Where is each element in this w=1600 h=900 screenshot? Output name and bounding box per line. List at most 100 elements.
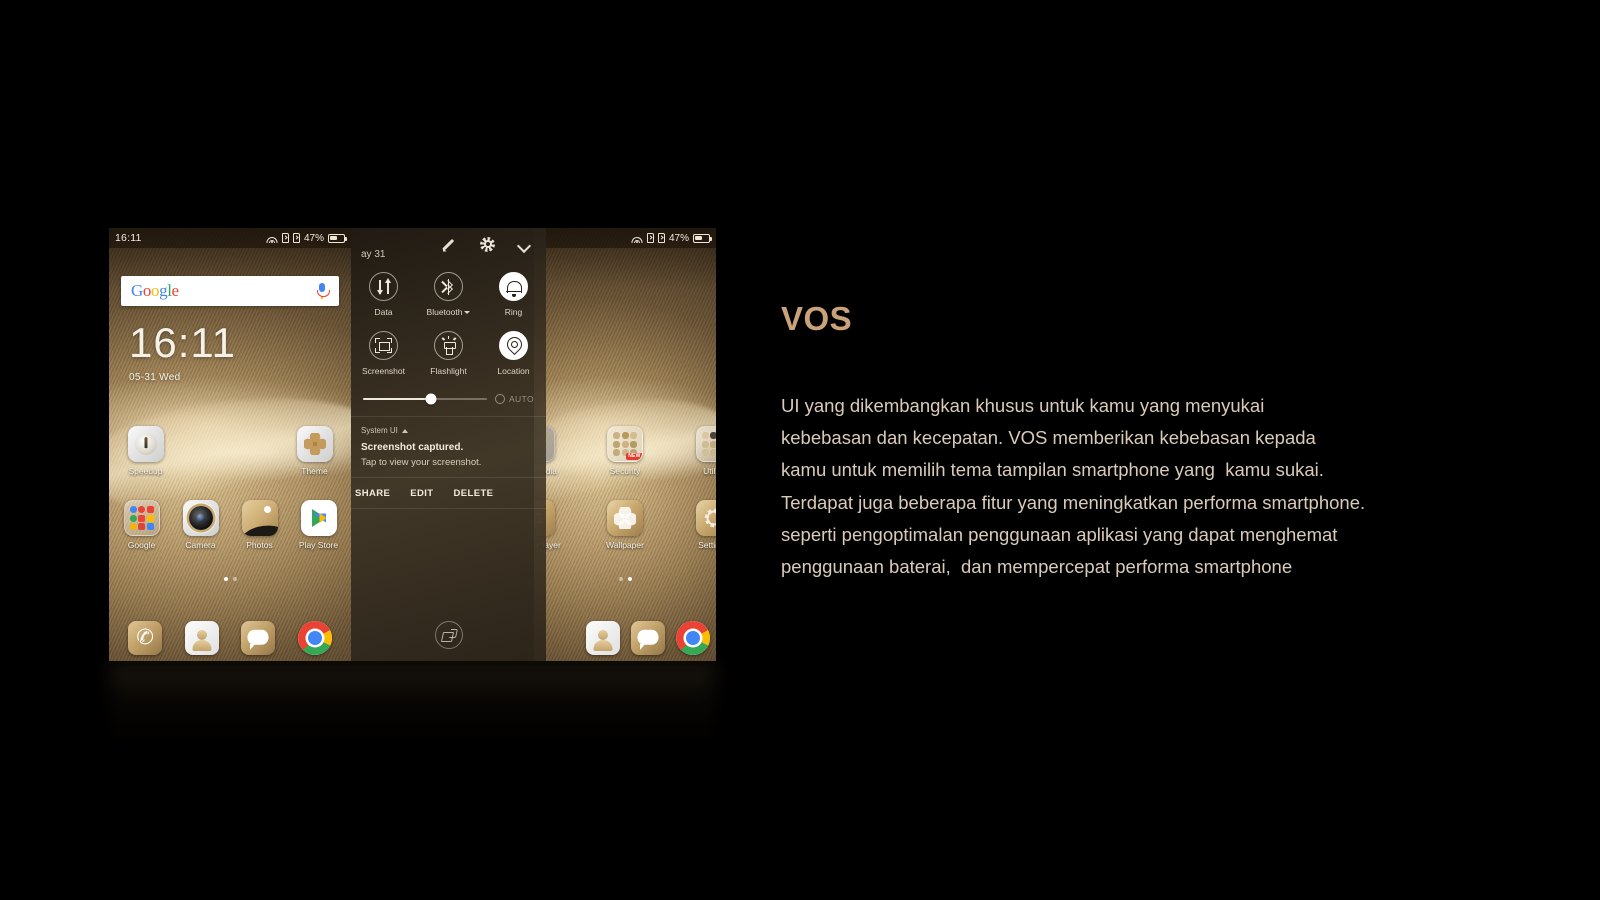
app-label: Google xyxy=(127,540,156,550)
tile-bluetooth[interactable]: Bluetooth xyxy=(416,266,481,325)
app-security-folder[interactable]: NEW Security xyxy=(597,426,654,476)
quick-settings-tiles: Data Bluetooth Ring Screenshot Flashligh… xyxy=(351,260,546,384)
contacts-icon[interactable] xyxy=(586,621,620,655)
camera-icon xyxy=(182,500,219,536)
status-bar-right: 47% xyxy=(534,228,716,248)
tile-flashlight[interactable]: Flashlight xyxy=(416,325,481,384)
google-folder-icon xyxy=(123,500,160,536)
clock-widget: 16:11 05-31 Wed xyxy=(129,319,236,384)
tile-ring[interactable]: Ring xyxy=(481,266,546,325)
tile-label: Data xyxy=(374,307,393,317)
tile-label-wrap: Bluetooth xyxy=(416,307,481,317)
app-label: Theme xyxy=(301,466,328,476)
google-search-bar[interactable]: Google xyxy=(121,276,339,306)
home-screen-left: 16:11 47% Google 16:11 05-31 Wed Speedup… xyxy=(109,228,351,661)
sim1-signal-icon xyxy=(646,233,654,243)
notification-actions: SHARE EDIT DELETE xyxy=(351,478,546,508)
marketing-text-block: VOS UI yang dikembangkan khusus untuk ka… xyxy=(781,300,1541,583)
app-label: Security xyxy=(609,466,641,476)
quick-settings-row-2: Screenshot Flashlight Location xyxy=(351,325,546,384)
app-camera[interactable]: Camera xyxy=(172,500,229,550)
page-dot-active[interactable] xyxy=(223,577,228,581)
settings-gear-icon[interactable] xyxy=(480,236,495,252)
clock-widget-date: 05-31 Wed xyxy=(129,372,181,383)
chrome-icon[interactable] xyxy=(297,621,332,655)
page-dot[interactable] xyxy=(232,577,237,581)
page-indicator-dots xyxy=(534,577,716,581)
chevron-down-icon[interactable] xyxy=(464,311,471,315)
device-reflection xyxy=(109,661,716,771)
app-label: Utility xyxy=(703,466,716,476)
tile-label: Bluetooth xyxy=(426,307,463,317)
status-bar-left: 16:11 47% xyxy=(109,228,351,248)
screenshot-icon xyxy=(369,331,398,360)
tile-data[interactable]: Data xyxy=(351,266,416,325)
app-speedup[interactable]: Speedup xyxy=(117,426,174,476)
tile-location[interactable]: Location xyxy=(481,325,546,384)
slide-root: 16:11 47% Google 16:11 05-31 Wed Speedup… xyxy=(0,0,1600,900)
speedup-icon xyxy=(127,426,164,462)
tile-screenshot[interactable]: Screenshot xyxy=(351,325,416,384)
delete-button[interactable]: DELETE xyxy=(454,488,494,499)
app-label: Photos xyxy=(246,540,273,550)
app-theme[interactable]: Theme xyxy=(286,426,343,476)
marketing-body: UI yang dikembangkan khusus untuk kamu y… xyxy=(781,390,1541,583)
app-wallpaper[interactable]: Wallpaper xyxy=(597,500,654,550)
app-label: Wallpaper xyxy=(606,540,644,550)
brightness-fill xyxy=(363,398,432,400)
security-folder-icon: NEW xyxy=(607,426,643,462)
auto-label: AUTO xyxy=(508,394,534,404)
quick-settings-row-1: Data Bluetooth Ring xyxy=(351,266,546,325)
wifi-icon xyxy=(631,234,643,243)
google-logo: Google xyxy=(131,281,179,300)
chevron-up-icon[interactable] xyxy=(401,428,408,433)
brightness-knob[interactable] xyxy=(425,393,437,405)
wifi-icon xyxy=(266,234,278,243)
contacts-icon[interactable] xyxy=(184,621,219,655)
page-dot[interactable] xyxy=(618,577,623,581)
photos-icon xyxy=(241,500,278,536)
share-button[interactable]: SHARE xyxy=(355,488,390,499)
wallpaper-icon xyxy=(607,500,643,536)
auto-brightness-toggle[interactable]: AUTO xyxy=(494,394,534,404)
quick-settings-date: ay 31 xyxy=(361,249,386,260)
app-google-folder[interactable]: Google xyxy=(113,500,170,550)
message-icon[interactable] xyxy=(631,621,665,655)
battery-percent-label: 47% xyxy=(668,232,689,244)
marketing-body-text: UI yang dikembangkan khusus untuk kamu y… xyxy=(781,395,1366,577)
chrome-icon[interactable] xyxy=(676,621,710,655)
edit-pencil-icon[interactable] xyxy=(443,237,458,252)
device-screens-group: 16:11 47% Google 16:11 05-31 Wed Speedup… xyxy=(109,228,716,661)
edit-button[interactable]: EDIT xyxy=(410,488,433,499)
clear-all-brush-icon[interactable] xyxy=(434,621,463,649)
message-icon[interactable] xyxy=(241,621,276,655)
app-row-2: Google Camera Photos Play Store xyxy=(113,500,347,550)
app-photos[interactable]: Photos xyxy=(231,500,288,550)
dock-right xyxy=(534,621,716,655)
dock-left xyxy=(109,621,351,655)
app-utility-folder[interactable]: Utility xyxy=(685,426,716,476)
microphone-icon[interactable] xyxy=(315,283,330,299)
app-play-store[interactable]: Play Store xyxy=(290,500,347,550)
divider xyxy=(351,508,546,509)
app-row-1: Speedup Theme xyxy=(117,426,343,476)
collapse-chevron-down-icon[interactable] xyxy=(517,237,532,252)
clock-widget-time: 16:11 xyxy=(129,319,236,366)
sim2-signal-icon xyxy=(292,233,300,243)
notification-screenshot[interactable]: System UI Screenshot captured. Tap to vi… xyxy=(351,417,546,468)
phone-icon[interactable] xyxy=(128,621,163,655)
utility-folder-icon xyxy=(695,426,716,462)
battery-icon xyxy=(328,233,347,243)
tile-label: Screenshot xyxy=(362,366,405,376)
page-dot-active[interactable] xyxy=(627,577,632,581)
app-settings[interactable]: Settings xyxy=(685,500,716,550)
bluetooth-icon xyxy=(434,272,463,301)
theme-icon xyxy=(296,426,333,462)
brightness-row: AUTO xyxy=(351,384,546,416)
flashlight-icon xyxy=(434,331,463,360)
app-row-apps: ♫ Music Player Wallpaper Settings xyxy=(534,500,716,550)
home-screen-right: 47% Multimedia xyxy=(534,228,716,661)
brightness-slider[interactable] xyxy=(363,393,487,405)
bell-icon xyxy=(499,272,528,301)
app-label: Play Store xyxy=(298,540,339,550)
